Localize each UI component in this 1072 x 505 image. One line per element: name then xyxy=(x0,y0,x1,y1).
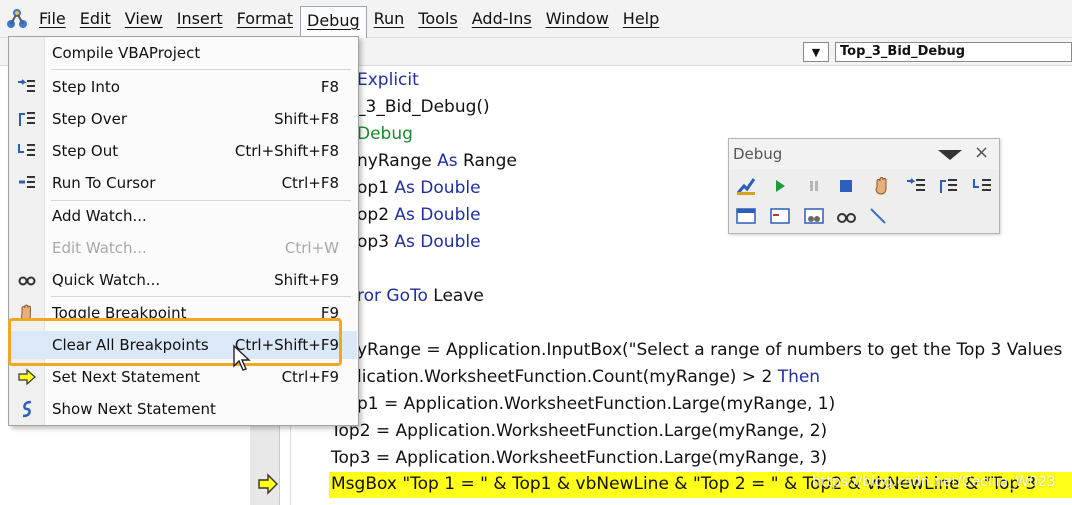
menu-item-edit-watch: Edit Watch... Ctrl+W xyxy=(10,234,357,262)
code-keyword: Debug xyxy=(357,124,413,144)
menu-separator xyxy=(51,296,351,297)
code-keyword: As Double xyxy=(394,178,481,198)
code-line[interactable]: Debug xyxy=(357,124,413,144)
call-stack-icon[interactable] xyxy=(867,205,889,227)
debug-toolbar-header[interactable]: Debug × xyxy=(729,139,999,169)
code-line[interactable]: op1 As Double xyxy=(357,178,481,198)
code-keyword: ror GoTo xyxy=(357,286,428,306)
code-line[interactable]: Explicit xyxy=(357,70,419,90)
code-text: Range xyxy=(457,151,517,171)
code-keyword: Then xyxy=(777,367,821,387)
quick-watch-icon xyxy=(17,270,37,290)
code-text: Top2 = Application.WorksheetFunction.Lar… xyxy=(331,421,828,441)
menu-item-shortcut: Ctrl+F9 xyxy=(281,368,339,386)
menu-item-shortcut: Ctrl+F8 xyxy=(281,174,339,192)
code-text: p1 = Application.WorksheetFunction.Large… xyxy=(357,394,836,414)
menu-item-label: Edit Watch... xyxy=(52,239,147,257)
menu-item-compile[interactable]: Compile VBAProject xyxy=(10,39,357,67)
code-line[interactable]: _3_Bid_Debug() xyxy=(357,97,490,117)
toolbar-options-icon[interactable] xyxy=(937,149,963,161)
step-over-icon xyxy=(17,109,37,129)
menu-item-label: Run To Cursor xyxy=(52,174,156,192)
code-line[interactable]: lication.WorksheetFunction.Count(myRange… xyxy=(357,367,820,387)
locals-window-icon[interactable] xyxy=(735,205,757,227)
menu-item-shortcut: Ctrl+Shift+F8 xyxy=(234,142,339,160)
menu-separator xyxy=(51,69,351,70)
run-to-cursor-icon xyxy=(17,173,37,193)
mouse-cursor-icon xyxy=(233,344,251,371)
menu-item-shortcut: Ctrl+W xyxy=(284,239,339,257)
step-out-icon[interactable] xyxy=(971,175,993,197)
highlight-annotation-box xyxy=(8,318,342,366)
code-text: lication.WorksheetFunction.Count(myRange… xyxy=(357,367,778,387)
watermark: https://blog.csdn.net/Cecilia_W023 xyxy=(812,474,1056,490)
code-keyword: As Double xyxy=(394,205,481,225)
immediate-window-icon[interactable] xyxy=(769,205,791,227)
pause-icon[interactable] xyxy=(803,175,825,197)
step-into-icon xyxy=(17,77,37,97)
code-line[interactable]: op2 As Double xyxy=(357,205,481,225)
hand-icon[interactable] xyxy=(871,175,893,197)
step-into-icon[interactable] xyxy=(905,175,927,197)
code-keyword: As xyxy=(437,151,458,171)
watch-window-icon[interactable] xyxy=(803,205,825,227)
menu-item-shortcut: Shift+F9 xyxy=(274,271,339,289)
code-line[interactable]: op3 As Double xyxy=(357,232,481,252)
menu-item-label: Add Watch... xyxy=(52,207,147,225)
debug-toolbar: Debug × xyxy=(728,138,1000,234)
code-keyword: Explicit xyxy=(357,70,419,90)
menu-item-step-into[interactable]: Step Into F8 xyxy=(10,73,357,101)
code-line[interactable]: ror GoTo Leave xyxy=(357,286,484,306)
step-out-icon xyxy=(17,141,37,161)
menu-item-label: Step Out xyxy=(52,142,119,160)
code-line[interactable]: yRange = Application.InputBox("Select a … xyxy=(357,340,1062,360)
debug-menu: Compile VBAProject Step Into F8 Step Ove… xyxy=(8,36,359,426)
code-text: Leave xyxy=(427,286,484,306)
menu-item-add-watch[interactable]: Add Watch... xyxy=(10,202,357,230)
close-icon[interactable]: × xyxy=(974,142,989,163)
code-text: op1 xyxy=(357,178,395,198)
menu-item-label: Quick Watch... xyxy=(52,271,161,289)
menu-item-step-out[interactable]: Step Out Ctrl+Shift+F8 xyxy=(10,137,357,165)
menu-item-label: Step Into xyxy=(52,78,120,96)
code-line[interactable]: nyRange As Range xyxy=(357,151,517,171)
menu-item-set-next-statement[interactable]: Set Next Statement Ctrl+F9 xyxy=(10,363,357,391)
code-text: nyRange xyxy=(357,151,438,171)
menu-item-quick-watch[interactable]: Quick Watch... Shift+F9 xyxy=(10,266,357,294)
code-text: yRange = Application.InputBox("Select a … xyxy=(357,340,1063,360)
run-icon[interactable] xyxy=(769,175,791,197)
code-line[interactable]: Top2 = Application.WorksheetFunction.Lar… xyxy=(331,421,827,441)
code-keyword: As Double xyxy=(394,232,481,252)
menu-item-shortcut: F8 xyxy=(320,78,339,96)
code-text: op3 xyxy=(357,232,395,252)
show-next-icon xyxy=(17,399,37,419)
code-line[interactable]: p1 = Application.WorksheetFunction.Large… xyxy=(357,394,835,414)
code-text: op2 xyxy=(357,205,395,225)
code-text: Top3 = Application.WorksheetFunction.Lar… xyxy=(331,448,828,468)
menu-item-label: Step Over xyxy=(52,110,127,128)
menu-item-label: Compile VBAProject xyxy=(52,44,201,62)
menu-item-label: Set Next Statement xyxy=(52,368,201,386)
code-line[interactable]: Top3 = Application.WorksheetFunction.Lar… xyxy=(331,448,827,468)
step-over-icon[interactable] xyxy=(937,175,959,197)
debug-toolbar-title: Debug xyxy=(733,145,783,163)
quick-watch-icon[interactable] xyxy=(835,205,857,227)
menu-item-label: Show Next Statement xyxy=(52,400,216,418)
design-mode-icon[interactable] xyxy=(735,175,757,197)
set-next-icon xyxy=(17,367,37,387)
stop-icon[interactable] xyxy=(835,175,857,197)
code-text: _3_Bid_Debug() xyxy=(357,97,490,117)
menu-item-show-next-statement[interactable]: Show Next Statement xyxy=(10,395,357,423)
menu-item-run-to-cursor[interactable]: Run To Cursor Ctrl+F8 xyxy=(10,169,357,197)
menu-item-step-over[interactable]: Step Over Shift+F8 xyxy=(10,105,357,133)
menu-separator xyxy=(51,200,351,201)
menu-item-shortcut: Shift+F8 xyxy=(274,110,339,128)
